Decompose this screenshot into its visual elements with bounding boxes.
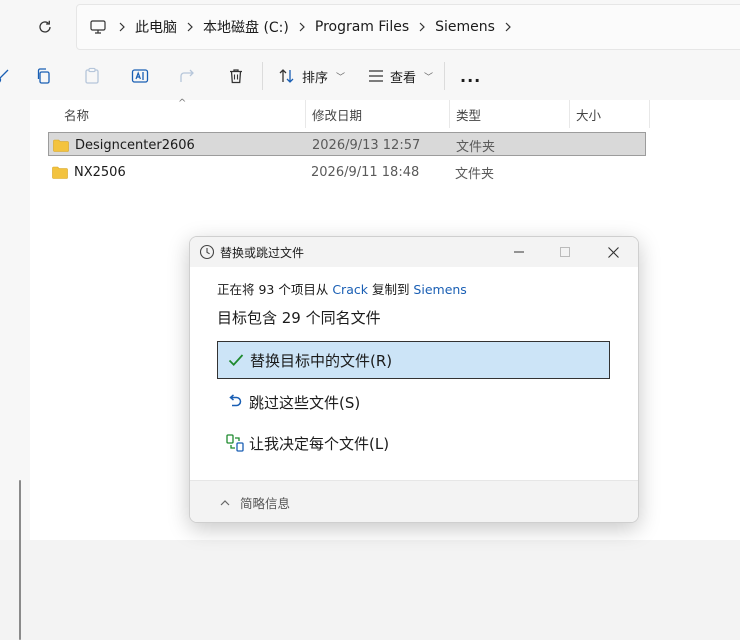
clock-icon [199,244,215,260]
view-button[interactable]: 查看 ﹀ [368,64,433,88]
fewer-details-toggle[interactable]: 简略信息 [220,481,291,522]
chevron-right-icon[interactable] [495,22,521,32]
cut-icon [0,69,9,83]
refresh-icon [39,20,51,33]
close-button[interactable] [590,237,636,267]
fewer-details-label: 简略信息 [240,495,291,511]
column-divider[interactable] [449,100,450,128]
paste-button[interactable] [82,66,102,86]
chevron-right-icon[interactable] [109,22,135,32]
dialog-title: 替换或跳过文件 [220,245,305,260]
chevron-right-icon[interactable] [177,22,203,32]
copy-text-prefix: 正在将 93 个项目从 [217,282,333,297]
file-row-designcenter[interactable]: Designcenter2606 2026/9/13 12:57 文件夹 [48,132,646,156]
skip-files-label: 跳过这些文件(S) [249,393,361,412]
decide-each-file-label: 让我决定每个文件(L) [249,434,390,453]
navigation-pane [0,100,30,640]
copy-icon [37,68,50,84]
column-header-date[interactable]: 修改日期 [312,100,362,128]
breadcrumb: 此电脑 本地磁盘 (C:) Program Files Siemens [87,5,521,49]
chevron-right-icon[interactable] [409,22,435,32]
folder-icon [53,139,69,152]
rename-icon [131,69,149,83]
column-header-type[interactable]: 类型 [456,100,481,128]
view-label: 查看 [390,70,417,86]
toolbar-divider [262,62,263,90]
command-bar: 排序 ﹀ 查看 ﹀ ... [0,52,740,101]
file-row-nx2506[interactable]: NX2506 2026/9/11 18:48 文件夹 [48,160,646,184]
sort-button[interactable]: 排序 ﹀ [278,64,345,88]
row-name-cell: Designcenter2606 [53,133,195,157]
rename-button[interactable] [130,66,150,86]
view-list-icon [369,70,383,82]
sort-label: 排序 [302,70,329,86]
minimize-icon [514,251,524,253]
breadcrumb-item-program-files[interactable]: Program Files [315,19,409,35]
replace-files-option[interactable]: 替换目标中的文件(R) [217,341,610,379]
minimize-button[interactable] [496,237,542,267]
delete-button[interactable] [226,66,246,86]
row-name-cell: NX2506 [52,160,126,184]
address-row: 此电脑 本地磁盘 (C:) Program Files Siemens [0,0,740,52]
decide-each-file-option[interactable]: 让我决定每个文件(L) [217,424,610,462]
column-divider[interactable] [649,100,650,128]
column-header-name[interactable]: 名称 [64,100,89,128]
folder-icon [52,166,68,179]
address-bar[interactable]: 此电脑 本地磁盘 (C:) Program Files Siemens [76,4,740,50]
chevron-right-icon[interactable] [289,22,315,32]
file-date: 2026/9/11 18:48 [311,164,420,180]
dialog-titlebar[interactable]: 替换或跳过文件 [190,237,638,267]
dialog-footer: 简略信息 [190,480,638,522]
replace-files-label: 替换目标中的文件(R) [250,351,393,370]
chevron-down-icon: ﹀ [424,72,434,83]
maximize-icon [560,247,570,257]
copy-text-middle: 复制到 [367,282,414,297]
file-type: 文件夹 [456,139,496,155]
file-name: NX2506 [74,164,126,180]
pc-icon[interactable] [87,20,109,34]
more-options-button[interactable]: ... [460,64,481,88]
paste-icon [85,67,99,84]
chevron-down-icon: ﹀ [336,72,346,83]
conflict-message: 目标包含 29 个同名文件 [217,309,381,327]
share-button[interactable] [178,66,198,86]
breadcrumb-item-pc[interactable]: 此电脑 [135,17,177,37]
breadcrumb-item-siemens[interactable]: Siemens [435,19,495,35]
destination-folder-link[interactable]: Siemens [413,282,466,297]
share-icon [180,69,194,82]
nav-scrollbar[interactable] [19,480,21,640]
copy-button[interactable] [34,66,54,86]
source-folder-link[interactable]: Crack [332,282,368,297]
column-divider[interactable] [569,100,570,128]
sort-ascending-icon: ^ [178,98,187,109]
file-name: Designcenter2606 [75,137,195,153]
trash-icon [230,69,242,84]
skip-files-option[interactable]: 跳过这些文件(S) [217,383,610,421]
refresh-button[interactable] [32,14,58,40]
chevron-up-icon [220,499,230,505]
compare-files-icon [225,433,245,453]
undo-arrow-icon [225,392,245,412]
file-type: 文件夹 [455,166,495,182]
maximize-button[interactable] [542,237,588,267]
close-icon [607,246,619,258]
column-header-size[interactable]: 大小 [576,100,601,128]
cut-button[interactable] [0,66,12,86]
column-divider[interactable] [305,100,306,128]
sort-icon [279,69,294,83]
copy-progress-text: 正在将 93 个项目从 Crack 复制到 Siemens [217,279,467,298]
checkmark-icon [226,350,246,370]
breadcrumb-item-drive[interactable]: 本地磁盘 (C:) [203,17,289,37]
file-date: 2026/9/13 12:57 [312,137,421,153]
replace-or-skip-dialog: 替换或跳过文件 正在将 93 个项目从 Crack 复制到 Siemens 目标… [189,236,639,523]
toolbar-divider [444,62,445,90]
